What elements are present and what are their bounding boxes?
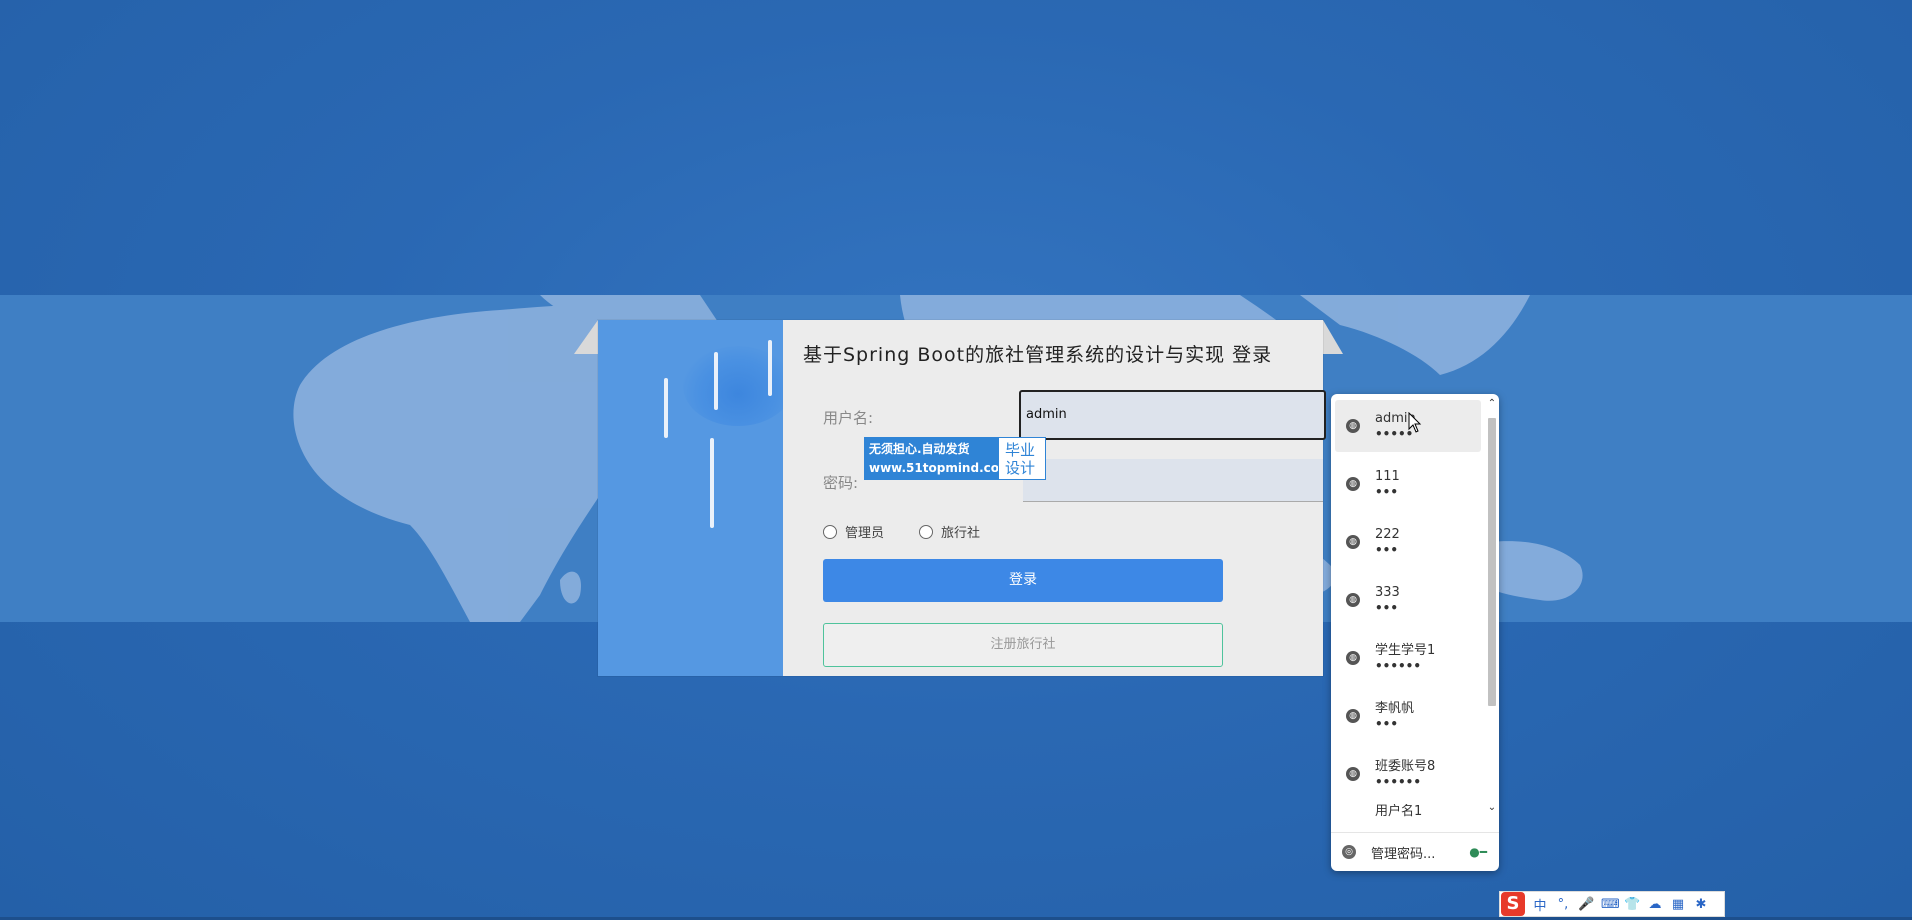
watermark-ad: 无须担心.自动发货 www.51topmind.com 毕业 设计 <box>864 437 1046 480</box>
ad-badge: 毕业 设计 <box>998 437 1046 480</box>
credential-username: 333 <box>1375 585 1400 600</box>
settings-icon[interactable]: ✱ <box>1693 897 1709 912</box>
credential-username: 111 <box>1375 469 1400 484</box>
rain-streak <box>710 438 714 528</box>
microphone-icon[interactable]: 🎤 <box>1578 897 1594 912</box>
role-radio-agency[interactable]: 旅行社 <box>919 522 980 541</box>
globe-icon: ◍ <box>1346 477 1360 491</box>
skin-icon[interactable]: 👕 <box>1624 897 1640 912</box>
globe-icon: ◍ <box>1346 535 1360 549</box>
card-ribbon-left <box>574 320 598 354</box>
card-decor-panel <box>598 320 783 676</box>
scrollbar-thumb[interactable] <box>1488 418 1496 706</box>
radio-circle[interactable] <box>823 524 837 539</box>
rain-streak <box>664 378 668 438</box>
cloud-icon[interactable]: ☁ <box>1647 897 1663 912</box>
ad-line2: www.51topmind.com <box>869 460 1012 475</box>
scroll-up-icon[interactable]: ⌃ <box>1485 398 1499 409</box>
globe-icon: ◍ <box>1346 593 1360 607</box>
credential-mask: ••• <box>1375 717 1399 731</box>
dropdown-scrollbar[interactable]: ⌃ ⌄ <box>1485 398 1499 814</box>
credential-username: 学生学号1 <box>1375 643 1436 658</box>
punctuation-icon[interactable]: °, <box>1555 897 1571 912</box>
role-label: 管理员 <box>845 526 885 541</box>
rain-streak <box>768 340 772 396</box>
saved-credential-item[interactable]: ◍ 111 ••• <box>1335 458 1481 510</box>
toolbox-icon[interactable]: ▦ <box>1670 897 1686 912</box>
role-label: 旅行社 <box>941 526 981 541</box>
scroll-down-icon[interactable]: ⌄ <box>1485 802 1499 813</box>
key-icon: ●━ <box>1469 845 1487 859</box>
radio-circle[interactable] <box>919 524 933 539</box>
ad-text: 无须担心.自动发货 www.51topmind.com <box>864 437 1012 480</box>
globe-icon: ◍ <box>1346 709 1360 723</box>
role-radio-admin[interactable]: 管理员 <box>823 522 884 541</box>
card-ribbon-right <box>1323 320 1343 354</box>
sogou-logo-icon[interactable]: S <box>1501 892 1525 916</box>
saved-credential-item[interactable]: ◍ 学生学号1 •••••• <box>1335 632 1481 684</box>
globe-icon: ◍ <box>1346 651 1360 665</box>
saved-passwords-dropdown: ◍ admin ••••• ◍ 111 ••• ◍ 222 ••• ◍ 333 ••• … <box>1331 394 1499 871</box>
password-label: 密码: <box>823 474 859 492</box>
password-field[interactable] <box>1023 459 1323 502</box>
chrome-icon: ◎ <box>1342 845 1356 859</box>
rain-streak <box>714 352 718 410</box>
credential-mask: •••••• <box>1375 659 1422 673</box>
login-button[interactable]: 登录 <box>823 559 1223 602</box>
saved-credential-item[interactable]: ◍ 班委账号8 •••••• <box>1335 748 1481 800</box>
chinese-mode-icon[interactable]: 中 <box>1532 895 1548 914</box>
ad-line1: 无须担心.自动发货 <box>869 441 970 456</box>
username-field[interactable]: admin <box>1019 390 1326 440</box>
keyboard-icon[interactable]: ⌨ <box>1601 897 1620 912</box>
credential-mask: •••••• <box>1375 775 1422 789</box>
credential-username: 222 <box>1375 527 1400 542</box>
credential-mask: ••• <box>1375 601 1399 615</box>
ime-toolbar: S 中 °, 🎤 ⌨ 👕 ☁ ▦ ✱ <box>1499 891 1725 917</box>
register-agency-button[interactable]: 注册旅行社 <box>823 623 1223 667</box>
saved-credential-item[interactable]: ◍ 用户名1 <box>1335 804 1481 828</box>
manage-passwords-item[interactable]: ◎ 管理密码... ●━ <box>1331 832 1499 871</box>
credential-mask: ••• <box>1375 543 1399 557</box>
saved-credential-item[interactable]: ◍ 222 ••• <box>1335 516 1481 568</box>
saved-credential-item[interactable]: ◍ 333 ••• <box>1335 574 1481 626</box>
manage-passwords-label: 管理密码... <box>1371 846 1436 862</box>
globe-icon: ◍ <box>1346 419 1360 433</box>
ad-badge-line2: 设计 <box>1005 458 1036 477</box>
credential-username: 李帆帆 <box>1375 701 1415 716</box>
credential-mask: ••• <box>1375 485 1399 499</box>
credential-username: 班委账号8 <box>1375 759 1436 774</box>
globe-icon: ◍ <box>1346 767 1360 781</box>
credential-username: 用户名1 <box>1375 804 1423 819</box>
username-label: 用户名: <box>823 409 874 427</box>
ad-badge-line1: 毕业 <box>1005 440 1036 459</box>
saved-credential-item[interactable]: ◍ 李帆帆 ••• <box>1335 690 1481 742</box>
page-title: 基于Spring Boot的旅社管理系统的设计与实现 登录 <box>803 344 1273 366</box>
mouse-cursor-icon <box>1408 412 1422 433</box>
